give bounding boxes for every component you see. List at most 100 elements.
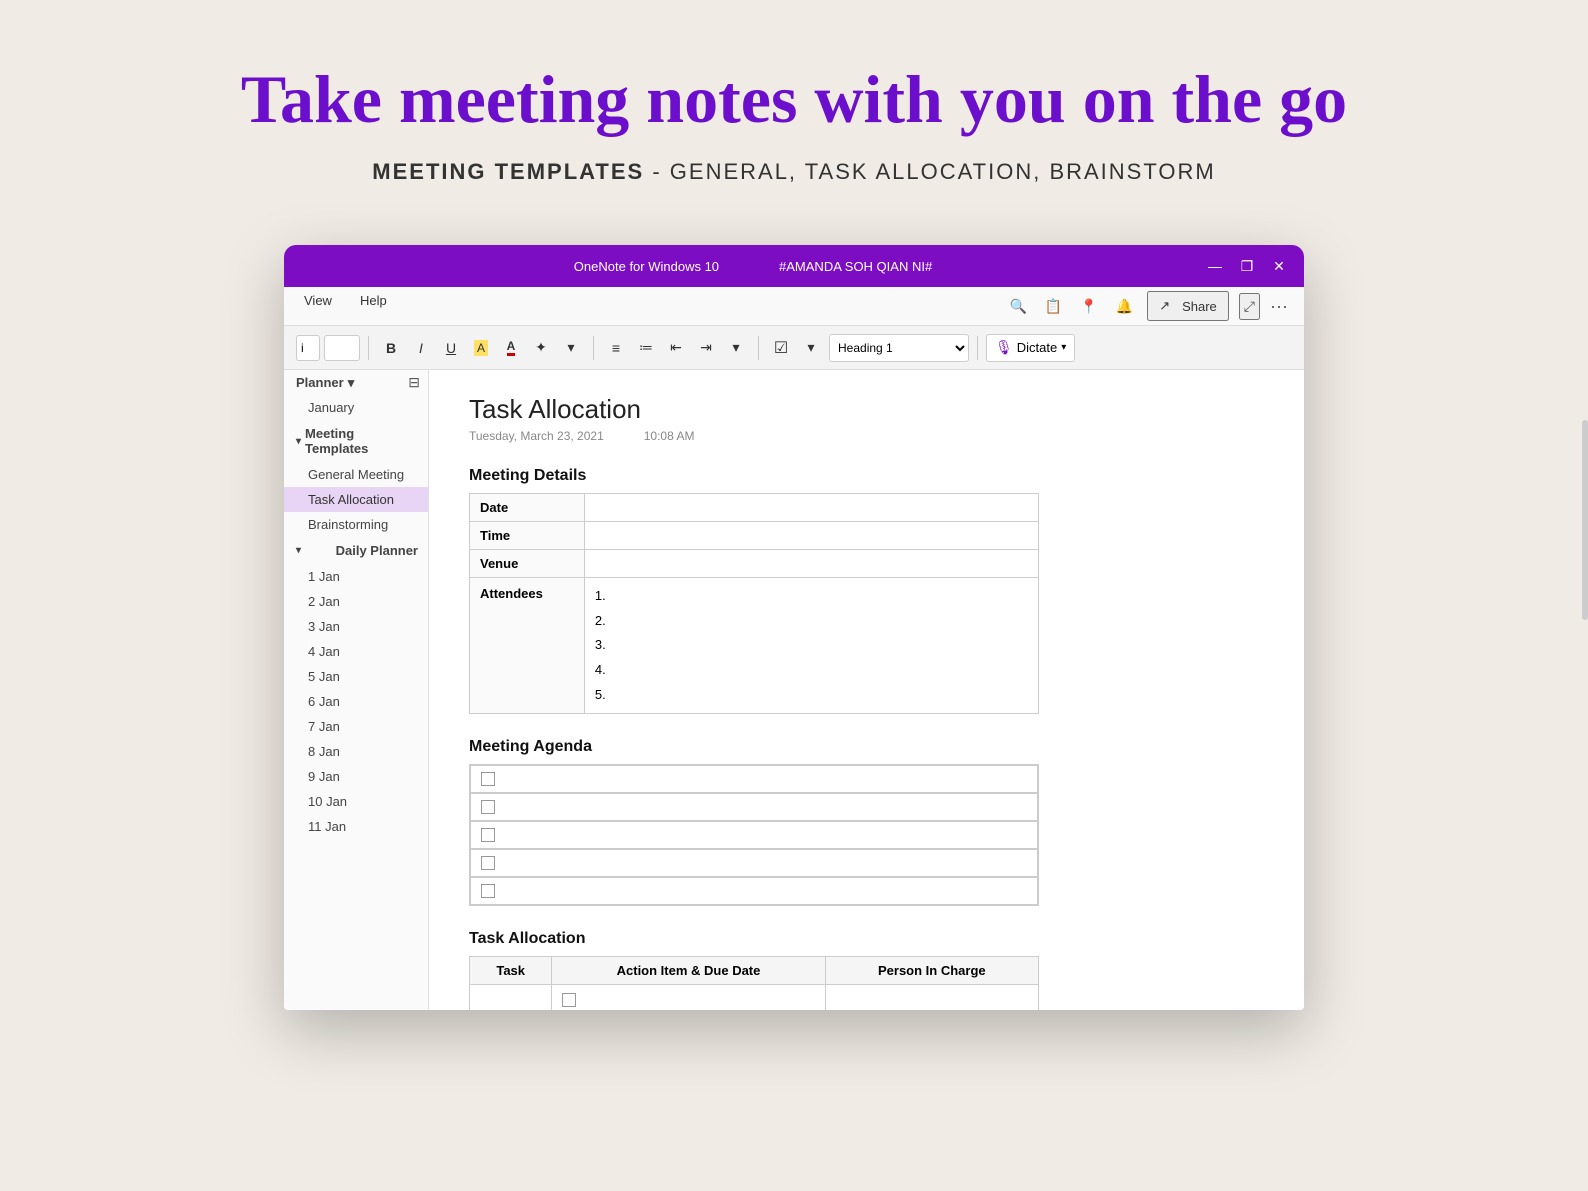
agenda-checkbox-2[interactable] — [481, 800, 495, 814]
search-icon[interactable]: 🔍 — [1005, 296, 1030, 317]
chevron-down-icon: ▾ — [296, 436, 301, 447]
meeting-details-heading: Meeting Details — [469, 467, 1264, 485]
time-value[interactable] — [584, 522, 1038, 550]
agenda-row-4 — [470, 849, 1038, 877]
expand-button[interactable]: ⤢ — [1239, 293, 1260, 320]
agenda-row-2 — [470, 793, 1038, 821]
page-title: Task Allocation — [469, 394, 1264, 425]
action-cell-1[interactable] — [552, 985, 825, 1010]
separator-4 — [977, 336, 978, 360]
more-options-button[interactable]: ··· — [1270, 297, 1288, 315]
person-cell-1[interactable] — [825, 985, 1038, 1010]
time-label: Time — [470, 522, 585, 550]
microphone-icon: 🎙 — [995, 339, 1013, 356]
window-controls[interactable]: — ❐ ✕ — [1206, 257, 1288, 275]
task-allocation-heading: Task Allocation — [469, 930, 1264, 948]
app-window: OneNote for Windows 10 #AMANDA SOH QIAN … — [284, 245, 1304, 1010]
font-size-input[interactable]: 11 — [324, 335, 360, 361]
style-dropdown[interactable]: Heading 1 Heading 2 Normal — [829, 334, 969, 362]
venue-value[interactable] — [584, 550, 1038, 578]
sidebar-section-meeting-templates[interactable]: ▾ Meeting Templates — [284, 420, 428, 462]
agenda-row-1 — [470, 765, 1038, 793]
task-column-header: Task — [470, 957, 552, 985]
list-group: ≡ ≔ ⇤ ⇥ ▾ — [602, 334, 750, 362]
sidebar-section-daily-planner[interactable]: ▾ Daily Planner — [284, 537, 428, 564]
numbered-list-button[interactable]: ≔ — [632, 334, 660, 362]
agenda-table — [469, 764, 1039, 906]
planner-toggle[interactable]: Planner ▾ — [296, 375, 354, 391]
person-column-header: Person In Charge — [825, 957, 1038, 985]
page-meta: Tuesday, March 23, 2021 10:08 AM — [469, 429, 1264, 443]
hero-title: Take meeting notes with you on the go — [20, 60, 1568, 139]
sidebar-item-7jan[interactable]: 7 Jan — [284, 714, 428, 739]
sidebar-item-general-meeting[interactable]: General Meeting — [284, 462, 428, 487]
checkbox-button[interactable]: ☑ — [767, 334, 795, 362]
menu-help[interactable]: Help — [356, 291, 391, 321]
agenda-checkbox-1[interactable] — [481, 772, 495, 786]
separator-3 — [758, 336, 759, 360]
attendees-value[interactable]: 1. 2. 3. 4. 5. — [584, 578, 1038, 714]
sidebar-item-10jan[interactable]: 10 Jan — [284, 789, 428, 814]
sidebar-item-9jan[interactable]: 9 Jan — [284, 764, 428, 789]
agenda-row-3 — [470, 821, 1038, 849]
minimize-button[interactable]: — — [1206, 257, 1224, 275]
daily-planner-label: Daily Planner — [336, 543, 418, 558]
share-icon: ↗ — [1155, 296, 1174, 316]
decrease-indent-button[interactable]: ⇤ — [662, 334, 690, 362]
sidebar-item-8jan[interactable]: 8 Jan — [284, 739, 428, 764]
bell-icon[interactable]: 🔔 — [1112, 296, 1137, 317]
sidebar-item-task-allocation[interactable]: Task Allocation — [284, 487, 428, 512]
toolbar: 11 B I U A A ✦ ▾ ≡ ≔ ⇤ ⇥ ▾ ☑ ▾ — [284, 326, 1304, 370]
sidebar-item-4jan[interactable]: 4 Jan — [284, 639, 428, 664]
location-icon[interactable]: 📍 — [1076, 296, 1101, 317]
menu-view[interactable]: View — [300, 291, 336, 321]
underline-button[interactable]: U — [437, 334, 465, 362]
font-name-input[interactable] — [296, 335, 320, 361]
chevron-down-icon-2: ▾ — [296, 545, 301, 556]
bold-button[interactable]: B — [377, 334, 405, 362]
sidebar-item-2jan[interactable]: 2 Jan — [284, 589, 428, 614]
agenda-row-5 — [470, 877, 1038, 905]
sidebar-item-6jan[interactable]: 6 Jan — [284, 689, 428, 714]
sidebar: Planner ▾ ⊟ January ▾ Meeting Templates … — [284, 370, 429, 1010]
bullet-list-button[interactable]: ≡ — [602, 334, 630, 362]
sidebar-item-january[interactable]: January — [284, 395, 428, 420]
dictate-label: Dictate — [1017, 340, 1057, 355]
date-value[interactable] — [584, 494, 1038, 522]
page-date: Tuesday, March 23, 2021 — [469, 429, 604, 443]
clear-format-button[interactable]: ✦ — [527, 334, 555, 362]
sidebar-item-11jan[interactable]: 11 Jan — [284, 814, 428, 839]
sidebar-item-5jan[interactable]: 5 Jan — [284, 664, 428, 689]
menu-bar: View Help 🔍 📋 📍 🔔 ↗ Share ⤢ ··· — [284, 287, 1304, 326]
table-row: Date — [470, 494, 1039, 522]
highlight-button[interactable]: A — [467, 334, 495, 362]
action-column-header: Action Item & Due Date — [552, 957, 825, 985]
list-chevron[interactable]: ▾ — [722, 334, 750, 362]
attendee-5: 5. — [595, 683, 1028, 708]
agenda-checkbox-4[interactable] — [481, 856, 495, 870]
agenda-checkbox-5[interactable] — [481, 884, 495, 898]
sidebar-item-1jan[interactable]: 1 Jan — [284, 564, 428, 589]
task-checkbox-1-1[interactable] — [562, 993, 576, 1007]
hero-subtitle: MEETING TEMPLATES - GENERAL, TASK ALLOCA… — [20, 159, 1568, 185]
format-group: B I U A A ✦ ▾ — [377, 334, 585, 362]
task-cell-1[interactable] — [470, 985, 552, 1010]
increase-indent-button[interactable]: ⇥ — [692, 334, 720, 362]
filter-icon[interactable]: ⊟ — [408, 374, 420, 391]
format-chevron[interactable]: ▾ — [557, 334, 585, 362]
sidebar-item-brainstorming[interactable]: Brainstorming — [284, 512, 428, 537]
dictate-button[interactable]: 🎙 Dictate ▾ — [986, 334, 1075, 362]
sidebar-item-3jan[interactable]: 3 Jan — [284, 614, 428, 639]
share-button[interactable]: ↗ Share — [1147, 291, 1229, 321]
maximize-button[interactable]: ❐ — [1238, 257, 1256, 275]
copy-icon[interactable]: 📋 — [1041, 296, 1066, 317]
subtitle-bold: MEETING TEMPLATES — [372, 159, 644, 184]
table-header-row: Task Action Item & Due Date Person In Ch… — [470, 957, 1039, 985]
attendees-label: Attendees — [470, 578, 585, 714]
italic-button[interactable]: I — [407, 334, 435, 362]
main-content: Planner ▾ ⊟ January ▾ Meeting Templates … — [284, 370, 1304, 1010]
checkbox-chevron[interactable]: ▾ — [797, 334, 825, 362]
close-button[interactable]: ✕ — [1270, 257, 1288, 275]
text-color-button[interactable]: A — [497, 334, 525, 362]
agenda-checkbox-3[interactable] — [481, 828, 495, 842]
